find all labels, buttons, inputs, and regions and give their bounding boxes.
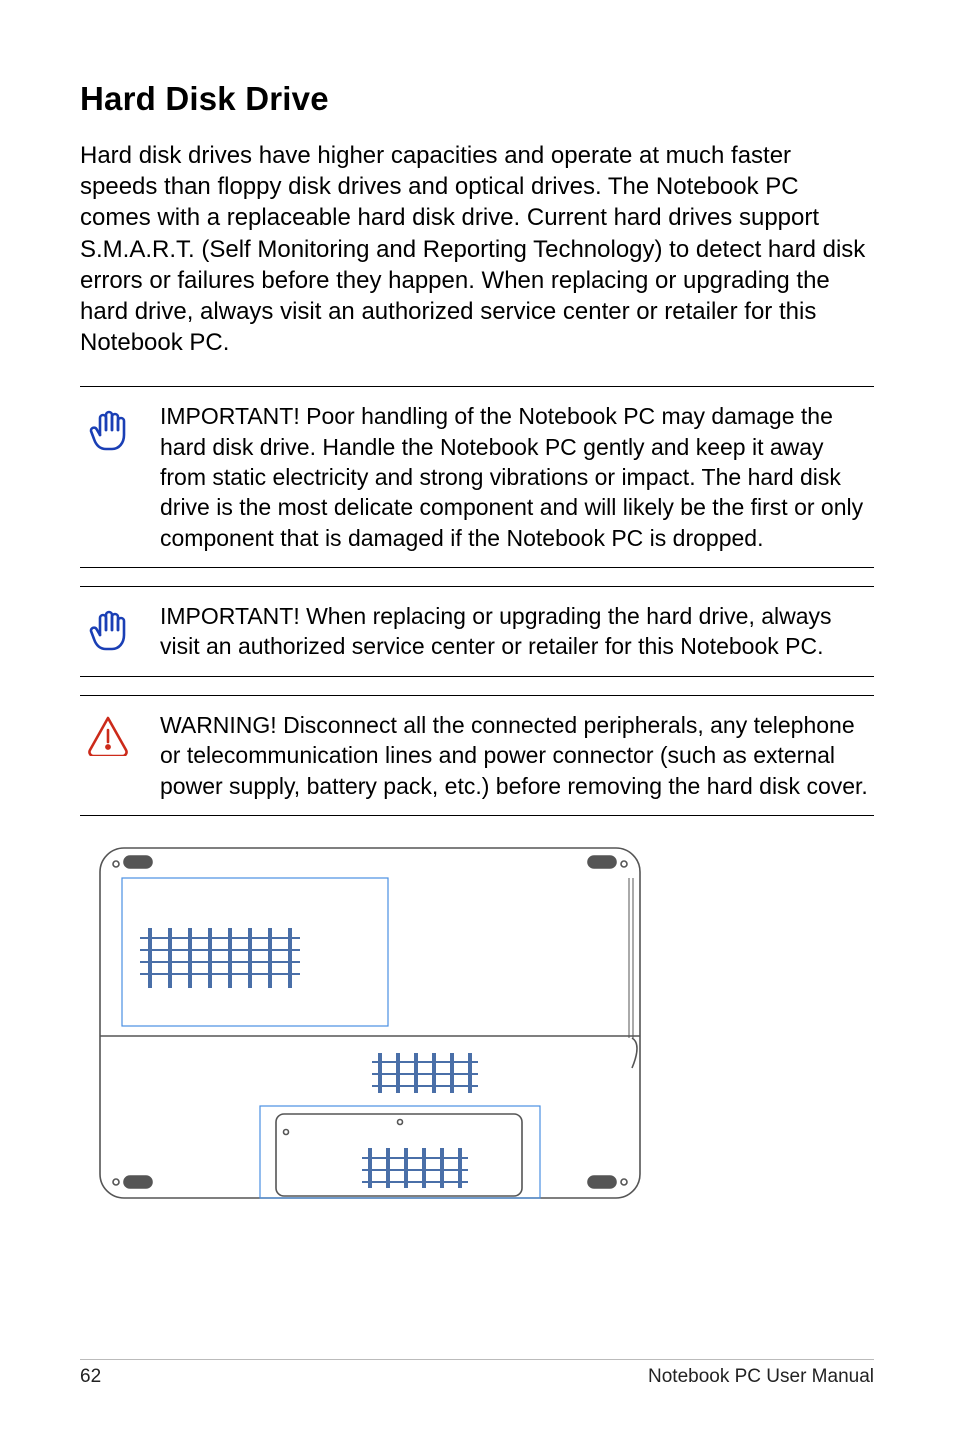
laptop-bottom-diagram: [80, 838, 660, 1213]
page-number: 62: [80, 1366, 101, 1388]
callout-text: IMPORTANT! When replacing or upgrading t…: [160, 601, 874, 662]
hand-icon: [80, 601, 136, 653]
callout-warning: WARNING! Disconnect all the connected pe…: [80, 695, 874, 816]
hand-icon: [80, 401, 136, 453]
warning-icon: [80, 710, 136, 756]
page-footer: 62 Notebook PC User Manual: [80, 1359, 874, 1388]
footer-label: Notebook PC User Manual: [648, 1366, 874, 1388]
body-paragraph: Hard disk drives have higher capacities …: [80, 140, 874, 358]
callout-text: IMPORTANT! Poor handling of the Notebook…: [160, 401, 874, 553]
callout-text: WARNING! Disconnect all the connected pe…: [160, 710, 874, 801]
callout-important-2: IMPORTANT! When replacing or upgrading t…: [80, 586, 874, 677]
page-title: Hard Disk Drive: [80, 80, 874, 118]
callout-important-1: IMPORTANT! Poor handling of the Notebook…: [80, 386, 874, 568]
